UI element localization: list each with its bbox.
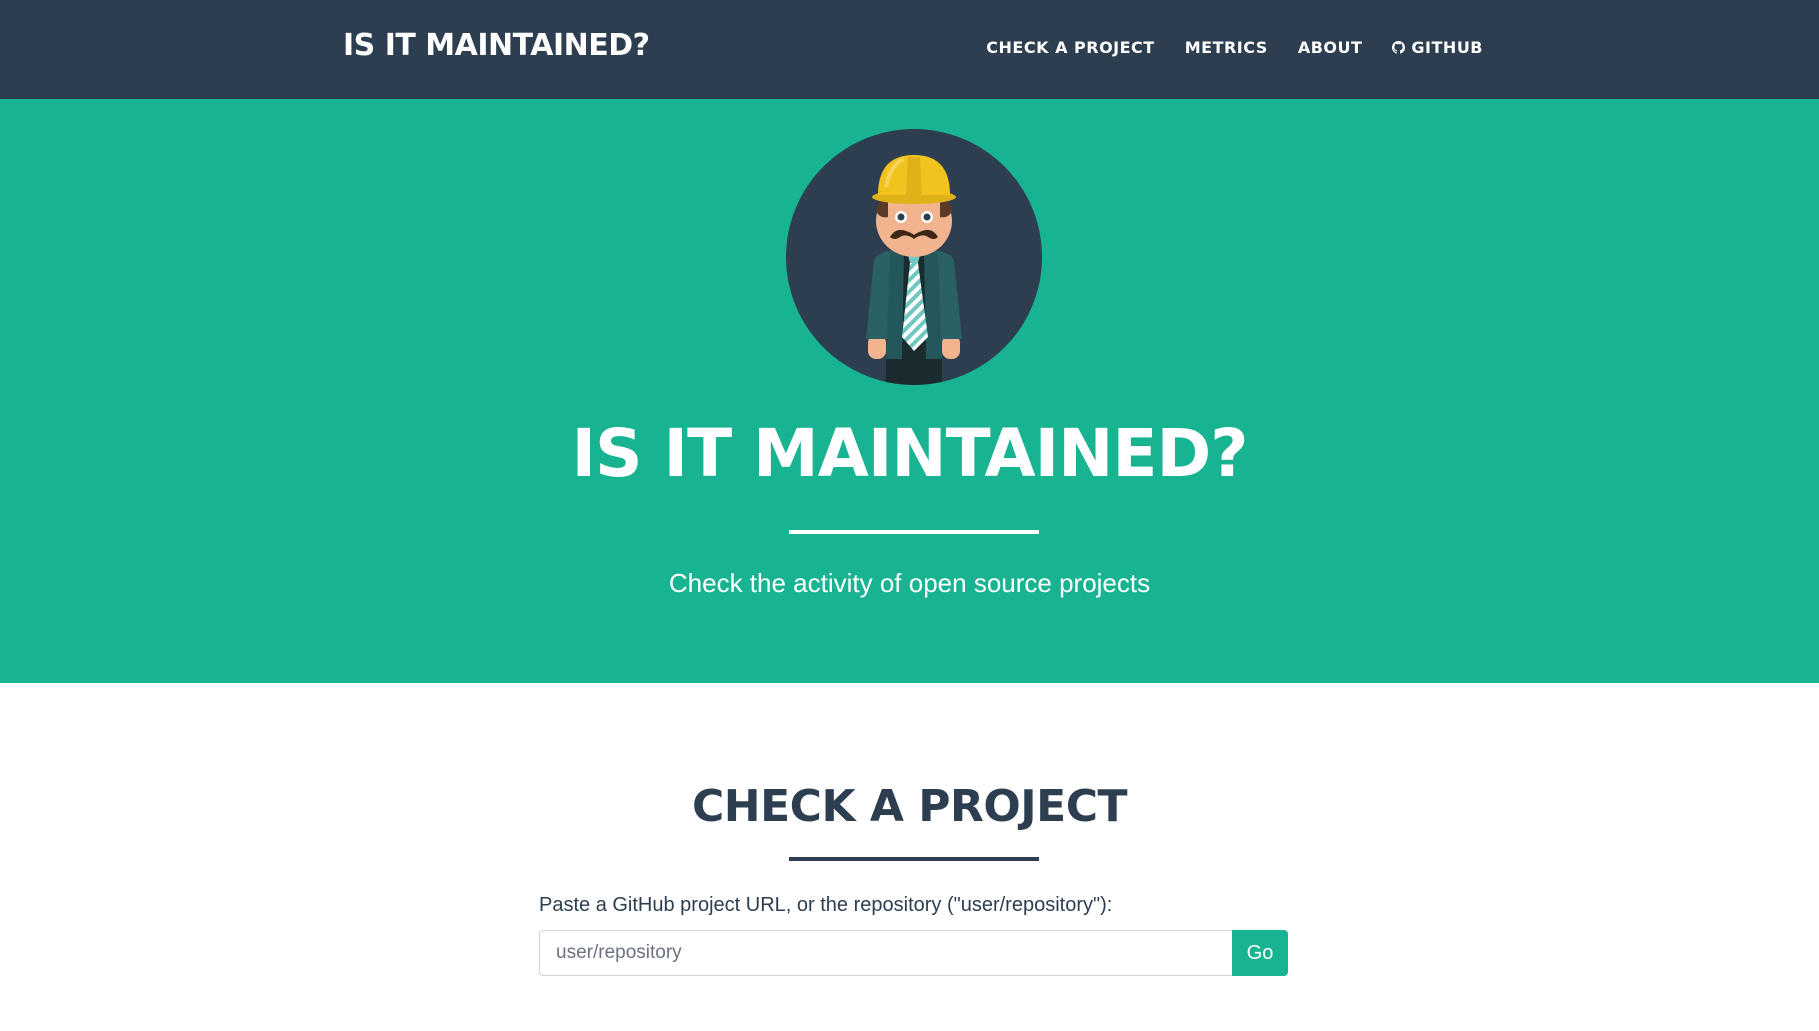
nav-link-label: CHECK A PROJECT: [986, 38, 1155, 57]
construction-worker-avatar: [786, 129, 1042, 385]
repo-input-group: Go: [539, 930, 1288, 976]
brand-link[interactable]: IS IT MAINTAINED?: [343, 28, 650, 63]
nav-link-label: ABOUT: [1297, 38, 1363, 57]
nav-link-label: GITHUB: [1411, 38, 1483, 57]
nav-link-metrics[interactable]: METRICS: [1185, 38, 1268, 57]
nav-link-github[interactable]: GITHUB: [1392, 38, 1483, 57]
nav-link-check-a-project[interactable]: CHECK A PROJECT: [986, 38, 1154, 57]
hero-divider: [789, 530, 1039, 534]
nav-menu: CHECK A PROJECT METRICS ABOUT GITHUB: [986, 38, 1483, 57]
go-button[interactable]: Go: [1232, 930, 1288, 976]
hero-subtitle: Check the activity of open source projec…: [668, 568, 1151, 598]
repo-input[interactable]: [539, 930, 1232, 976]
hero-title: IS IT MAINTAINED?: [571, 415, 1248, 492]
navbar: IS IT MAINTAINED? CHECK A PROJECT METRIC…: [0, 0, 1819, 99]
repo-input-label: Paste a GitHub project URL, or the repos…: [539, 894, 1113, 916]
github-icon: [1392, 41, 1406, 54]
section-title: CHECK A PROJECT: [691, 781, 1128, 832]
section-divider: [789, 857, 1039, 861]
nav-link-about[interactable]: ABOUT: [1298, 38, 1363, 57]
nav-link-label: METRICS: [1184, 38, 1268, 57]
